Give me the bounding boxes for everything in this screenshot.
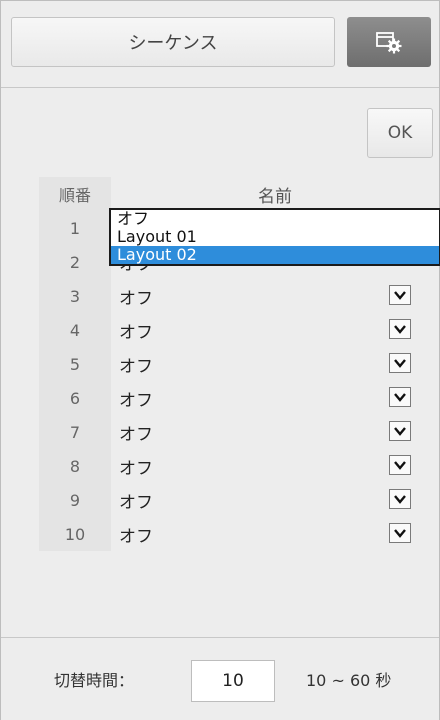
table-row: 9 オフ <box>39 483 439 517</box>
row-number: 2 <box>39 245 111 279</box>
dropdown-option[interactable]: オフ <box>111 210 439 228</box>
layout-select-value[interactable]: オフ <box>119 517 153 551</box>
chevron-down-icon <box>394 495 406 504</box>
table-row: 7 オフ <box>39 415 439 449</box>
dropdown-option-selected[interactable]: Layout 02 <box>111 246 439 264</box>
table-row: 10 オフ <box>39 517 439 551</box>
layout-select-value[interactable]: オフ <box>119 279 153 313</box>
dropdown-button[interactable] <box>389 387 411 407</box>
layout-select-value[interactable]: オフ <box>119 449 153 483</box>
chevron-down-icon <box>394 291 406 300</box>
chevron-down-icon <box>394 427 406 436</box>
row-number: 5 <box>39 347 111 381</box>
dropdown-button[interactable] <box>389 319 411 339</box>
table-row: 4 オフ <box>39 313 439 347</box>
row-number: 3 <box>39 279 111 313</box>
row-number: 10 <box>39 517 111 551</box>
settings-button[interactable] <box>347 17 431 67</box>
switch-time-range: 10 ~ 60 秒 <box>306 671 392 690</box>
dropdown-button[interactable] <box>389 455 411 475</box>
chevron-down-icon <box>394 393 406 402</box>
dropdown-button[interactable] <box>389 353 411 373</box>
footer: 切替時間： 10 10 ~ 60 秒 <box>1 637 439 720</box>
window-gear-icon <box>376 32 402 54</box>
layout-select-value[interactable]: オフ <box>119 347 153 381</box>
dropdown-button[interactable] <box>389 523 411 543</box>
chevron-down-icon <box>394 461 406 470</box>
row-number: 8 <box>39 449 111 483</box>
table-row: 5 オフ <box>39 347 439 381</box>
layout-dropdown-list: オフ Layout 01 Layout 02 <box>109 208 440 266</box>
sequence-button[interactable]: シーケンス <box>11 17 335 67</box>
order-column-header: 順番 <box>39 177 111 211</box>
layout-select-value[interactable]: オフ <box>119 313 153 347</box>
ok-button[interactable]: OK <box>367 108 433 158</box>
dropdown-option[interactable]: Layout 01 <box>111 228 439 246</box>
layout-select-value[interactable]: オフ <box>119 415 153 449</box>
switch-time-input[interactable]: 10 <box>191 660 275 702</box>
chevron-down-icon <box>394 359 406 368</box>
chevron-down-icon <box>394 325 406 334</box>
row-number: 9 <box>39 483 111 517</box>
switch-time-label: 切替時間： <box>54 671 135 690</box>
dropdown-button[interactable] <box>389 421 411 441</box>
top-toolbar: シーケンス <box>1 1 439 88</box>
layout-select-value[interactable]: オフ <box>119 483 153 517</box>
row-number: 4 <box>39 313 111 347</box>
table-row: 6 オフ <box>39 381 439 415</box>
chevron-down-icon <box>394 529 406 538</box>
name-column-header: 名前 <box>258 186 292 207</box>
sequence-panel: シーケンス OK 順番 名前 1 オフ <box>0 0 440 720</box>
row-number: 1 <box>39 211 111 245</box>
dropdown-button[interactable] <box>389 489 411 509</box>
table-header: 順番 名前 <box>39 177 439 211</box>
table-row: 3 オフ <box>39 279 439 313</box>
table-row: 8 オフ <box>39 449 439 483</box>
dropdown-button[interactable] <box>389 285 411 305</box>
row-number: 7 <box>39 415 111 449</box>
layout-select-value[interactable]: オフ <box>119 381 153 415</box>
row-number: 6 <box>39 381 111 415</box>
